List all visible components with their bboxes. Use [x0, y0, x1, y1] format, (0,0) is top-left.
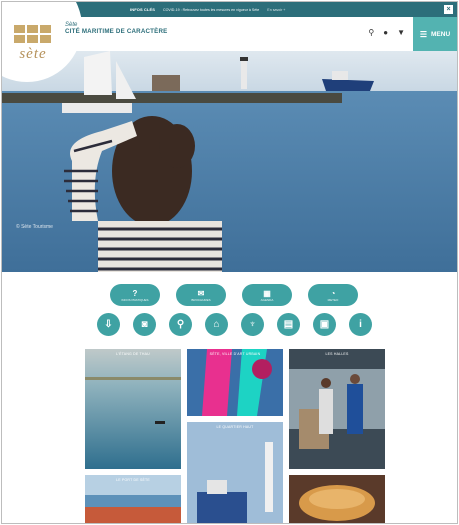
quick-link-label: AGENDA [260, 297, 274, 302]
card-gastronomie[interactable] [289, 475, 385, 523]
alert-label: INFOS CLÉS [130, 7, 156, 12]
tagline-line2: CITÉ MARITIME DE CARACTÈRE [65, 28, 168, 35]
card-title: LE QUARTIER HAUT [216, 425, 254, 429]
activities-icon[interactable]: ♆ [241, 313, 264, 336]
quick-link-label: METEO [327, 297, 339, 302]
user-icon[interactable]: ● [383, 28, 388, 37]
quick-link-agenda[interactable]: ▦ AGENDA [242, 284, 292, 306]
quick-link-label: BROCHURES [191, 297, 211, 302]
header-icons: ⚲ ● ▼ [368, 28, 405, 37]
card-title: SÈTE, VILLE D'ART URBAIN [209, 352, 261, 356]
home-icon[interactable]: ⌂ [205, 313, 228, 336]
card-plages[interactable]: LE PORT DE SÈTE [85, 475, 181, 523]
clock-icon: ◔ [330, 288, 336, 298]
card-halles[interactable]: LES HALLES [289, 349, 385, 469]
alert-close-button[interactable]: × [444, 5, 453, 14]
camera-icon[interactable]: ◙ [133, 313, 156, 336]
hamburger-icon: ☰ [419, 29, 428, 39]
hero-credit: © Sète Tourisme [16, 224, 53, 230]
tagline: Sète CITÉ MARITIME DE CARACTÈRE [65, 22, 167, 35]
alert-more-link[interactable]: En savoir + [267, 8, 285, 12]
calendar-icon: ▦ [263, 288, 271, 298]
page: INFOS CLÉS COVID-19 : Retrouvez toutes l… [1, 1, 458, 524]
card-title: L'ÉTANG DE THAU [116, 352, 150, 356]
quick-links: ? INFOS PRATIQUES ✉ BROCHURES ▦ AGENDA ◔… [110, 284, 360, 306]
bus-icon[interactable]: ▣ [313, 313, 336, 336]
quick-link-meteo[interactable]: ◔ METEO [308, 284, 358, 306]
pin-icon[interactable]: ⚲ [368, 28, 374, 37]
hero-image: © Sète Tourisme [2, 51, 457, 272]
download-icon[interactable]: ⇩ [97, 313, 120, 336]
shop-icon[interactable]: ▤ [277, 313, 300, 336]
info-icon[interactable]: i [349, 313, 372, 336]
quick-link-label: INFOS PRATIQUES [121, 297, 149, 302]
quick-link-brochures[interactable]: ✉ BROCHURES [176, 284, 226, 306]
site-logo[interactable]: sète [14, 25, 52, 65]
menu-label: MENU [431, 30, 451, 38]
quick-link-infos[interactable]: ? INFOS PRATIQUES [110, 284, 160, 306]
logo-text: sète [19, 46, 47, 62]
envelope-icon: ✉ [197, 288, 205, 298]
menu-button[interactable]: ☰ MENU [413, 17, 457, 51]
question-icon: ? [132, 288, 138, 298]
card-port[interactable]: LE QUARTIER HAUT [187, 422, 283, 523]
card-etang[interactable]: L'ÉTANG DE THAU [85, 349, 181, 469]
alert-text[interactable]: COVID-19 : Retrouvez toutes les mesures … [163, 8, 259, 12]
card-title: LE PORT DE SÈTE [116, 478, 150, 482]
card-art-urbain[interactable]: SÈTE, VILLE D'ART URBAIN [187, 349, 283, 416]
circle-links: ⇩ ◙ ⚲ ⌂ ♆ ▤ ▣ i [97, 313, 377, 337]
card-title: LES HALLES [325, 352, 349, 356]
cart-icon[interactable]: ▼ [397, 28, 405, 37]
bike-icon[interactable]: ⚲ [169, 313, 192, 336]
